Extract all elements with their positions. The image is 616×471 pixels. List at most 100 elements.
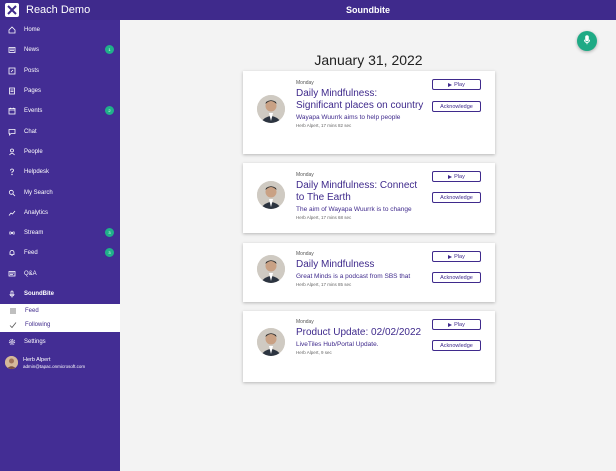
sidebar-item-label: News	[24, 47, 40, 54]
sidebar-item-news[interactable]: News 1	[0, 40, 120, 60]
play-icon	[448, 322, 453, 327]
qa-icon	[7, 269, 17, 279]
card-title[interactable]: Product Update: 02/02/2022	[296, 327, 424, 339]
sidebar-item-home[interactable]: Home	[0, 20, 120, 40]
sidebar-item-settings[interactable]: Settings	[0, 332, 120, 352]
card-description: Great Minds is a podcast from SBS that	[296, 273, 411, 280]
brand[interactable]: Reach Demo	[0, 0, 120, 20]
search-icon	[7, 188, 17, 198]
help-icon	[7, 167, 17, 177]
mic-icon	[7, 289, 17, 299]
card-content: Monday Daily Mindfulness Great Minds is …	[296, 251, 424, 287]
sidebar-item-people[interactable]: People	[0, 142, 120, 162]
card-meta: Herb Alpert, 17 mins 85 sec	[296, 282, 352, 287]
bell-icon	[7, 248, 17, 258]
card-meta: Herb Alpert, 17 mins 82 sec	[296, 123, 352, 128]
stream-icon	[7, 228, 17, 238]
sidebar-item-label: Settings	[24, 339, 46, 346]
sidebar-item-events[interactable]: Events 2	[0, 101, 120, 121]
sidebar-item-label: Feed	[24, 250, 38, 257]
card-day: Monday	[296, 319, 314, 325]
sidebar-item-label: Home	[24, 27, 41, 34]
acknowledge-button[interactable]: Acknowledge	[432, 192, 481, 203]
play-icon	[448, 174, 453, 179]
card-day: Monday	[296, 80, 314, 86]
sidebar-item-label: Pages	[24, 88, 42, 95]
card-description: The aim of Wayapa Wuurrk is to change	[296, 206, 412, 213]
sidebar-item-label: Analytics	[24, 209, 49, 216]
sidebar: Home News 1 Posts Pages Events 2 Chat Pe…	[0, 20, 120, 471]
sidebar-item-qa[interactable]: Q&A	[0, 264, 120, 284]
soundbite-card[interactable]: Monday Daily Mindfulness: Connect to The…	[243, 163, 495, 233]
check-icon	[8, 320, 18, 330]
card-title[interactable]: Daily Mindfulness: Connect to The Earth	[296, 180, 424, 204]
sidebar-item-label: People	[24, 148, 43, 155]
sidebar-item-pages[interactable]: Pages	[0, 81, 120, 101]
avatar	[5, 356, 18, 370]
sidebar-item-analytics[interactable]: Analytics	[0, 203, 120, 223]
play-button[interactable]: Play	[432, 251, 481, 262]
chat-icon	[7, 127, 17, 137]
sidebar-item-my-search[interactable]: My Search	[0, 182, 120, 202]
sidebar-item-label: Chat	[24, 128, 37, 135]
card-content: Monday Product Update: 02/02/2022 LiveTi…	[296, 319, 424, 355]
card-title[interactable]: Daily Mindfulness	[296, 259, 424, 271]
sidebar-item-label: Q&A	[24, 270, 37, 277]
soundbite-subnav: Feed Following	[0, 304, 120, 333]
notification-badge: 1	[105, 45, 114, 55]
avatar	[257, 95, 285, 123]
notification-badge: 3	[105, 248, 114, 258]
play-icon	[448, 82, 453, 87]
card-day: Monday	[296, 251, 314, 257]
sidebar-item-label: Stream	[24, 230, 44, 237]
people-icon	[7, 147, 17, 157]
card-content: Monday Daily Mindfulness: Connect to The…	[296, 172, 424, 220]
sidebar-item-label: My Search	[24, 189, 53, 196]
sidebar-item-soundbite[interactable]: SoundBite	[0, 284, 120, 304]
card-meta: Herb Alpert, 17 mins 68 sec	[296, 215, 352, 220]
pages-icon	[7, 86, 17, 96]
page-title: Soundbite	[346, 5, 390, 15]
subnav-item-label: Following	[25, 322, 51, 329]
sidebar-item-chat[interactable]: Chat	[0, 121, 120, 141]
card-day: Monday	[296, 172, 314, 178]
reach-logo-icon	[5, 3, 19, 17]
sidebar-item-stream[interactable]: Stream 3	[0, 223, 120, 243]
acknowledge-button[interactable]: Acknowledge	[432, 340, 481, 351]
list-icon	[8, 306, 18, 316]
acknowledge-button[interactable]: Acknowledge	[432, 272, 481, 283]
avatar	[257, 181, 285, 209]
soundbite-card[interactable]: Monday Daily Mindfulness: Significant pl…	[243, 71, 495, 154]
top-bar: Reach Demo Soundbite	[0, 0, 616, 20]
sidebar-item-helpdesk[interactable]: Helpdesk	[0, 162, 120, 182]
news-icon	[7, 45, 17, 55]
play-button[interactable]: Play	[432, 319, 481, 330]
posts-icon	[7, 66, 17, 76]
acknowledge-button[interactable]: Acknowledge	[432, 101, 481, 112]
sidebar-item-posts[interactable]: Posts	[0, 61, 120, 81]
play-button[interactable]: Play	[432, 79, 481, 90]
notification-badge: 3	[105, 227, 114, 237]
card-meta: Herb Alpert, 9 sec	[296, 350, 332, 355]
app-name: Reach Demo	[26, 4, 91, 16]
subnav-item-following[interactable]: Following	[0, 318, 120, 332]
sidebar-item-label: Events	[24, 108, 43, 115]
events-icon	[7, 106, 17, 116]
user-profile[interactable]: Herb Alpert admin@tapac.onmicrosoft.com	[0, 352, 120, 373]
analytics-icon	[7, 208, 17, 218]
soundbite-card[interactable]: Monday Product Update: 02/02/2022 LiveTi…	[243, 311, 495, 382]
card-content: Monday Daily Mindfulness: Significant pl…	[296, 80, 424, 128]
sidebar-item-feed[interactable]: Feed 3	[0, 243, 120, 263]
mic-icon	[583, 32, 591, 50]
play-icon	[448, 254, 453, 259]
play-button[interactable]: Play	[432, 171, 481, 182]
soundbite-card[interactable]: Monday Daily Mindfulness Great Minds is …	[243, 243, 495, 302]
card-description: LiveTiles Hub/Portal Update.	[296, 341, 379, 348]
sidebar-item-label: Posts	[24, 67, 40, 74]
avatar	[257, 328, 285, 356]
notification-badge: 2	[105, 106, 114, 116]
subnav-item-feed[interactable]: Feed	[0, 304, 120, 318]
sidebar-item-label: Helpdesk	[24, 169, 50, 176]
card-title[interactable]: Daily Mindfulness: Significant places on…	[296, 88, 424, 112]
record-button[interactable]	[577, 31, 597, 51]
